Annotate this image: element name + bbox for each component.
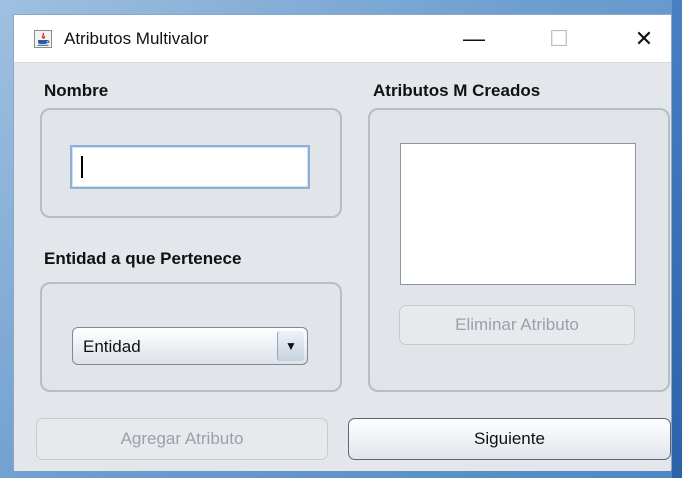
atributos-list[interactable] <box>400 143 636 285</box>
creados-label: Atributos M Creados <box>373 81 541 100</box>
entidad-combobox[interactable]: Entidad ▼ <box>72 327 308 365</box>
maximize-button[interactable]: ☐ <box>532 15 586 63</box>
dialog-window: Atributos Multivalor — ☐ ✕ Nombre Entida… <box>13 14 672 471</box>
nombre-label: Nombre <box>44 81 109 100</box>
java-app-icon <box>34 30 52 48</box>
close-button[interactable]: ✕ <box>617 15 671 63</box>
entidad-label: Entidad a que Pertenece <box>44 249 242 268</box>
title-bar[interactable]: Atributos Multivalor — ☐ ✕ <box>14 15 671 63</box>
text-caret <box>81 156 83 178</box>
dropdown-arrow-icon[interactable]: ▼ <box>277 331 304 361</box>
eliminar-atributo-button[interactable]: Eliminar Atributo <box>399 305 635 345</box>
dialog-content: Nombre Entidad a que Pertenece Entidad ▼… <box>14 63 671 471</box>
desktop-background <box>672 0 682 478</box>
window-title: Atributos Multivalor <box>64 29 209 48</box>
siguiente-button[interactable]: Siguiente <box>348 418 671 460</box>
minimize-button[interactable]: — <box>447 15 501 63</box>
agregar-atributo-button[interactable]: Agregar Atributo <box>36 418 328 460</box>
entidad-selected-value: Entidad <box>83 337 141 356</box>
nombre-input[interactable] <box>70 145 310 189</box>
